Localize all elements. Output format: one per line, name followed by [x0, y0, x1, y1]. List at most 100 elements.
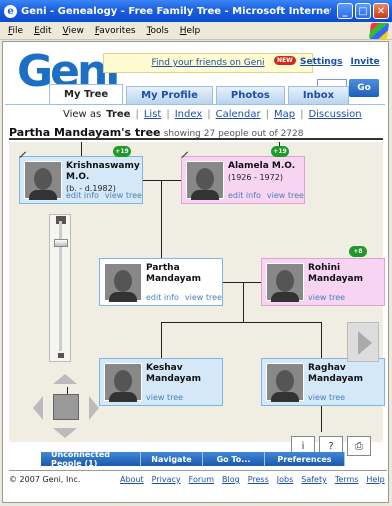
person-card-partha[interactable]: Partha Mandayam edit info view tree	[99, 258, 223, 306]
close-button[interactable]: ✕	[373, 3, 389, 19]
view-as-label: View as	[63, 109, 102, 120]
person-name: Keshav Mandayam	[146, 363, 201, 384]
connector-line	[161, 322, 162, 360]
edit-info-link[interactable]: edit info	[228, 191, 261, 200]
maximize-button[interactable]: □	[355, 3, 371, 19]
view-tree-link[interactable]: view tree	[308, 393, 345, 402]
menu-edit[interactable]: Edit	[34, 26, 51, 36]
menu-file[interactable]: File	[8, 26, 23, 36]
person-photo[interactable]	[24, 161, 62, 200]
tab-go-to[interactable]: Go To...	[203, 452, 265, 466]
footer-jobs[interactable]: Jobs	[277, 475, 294, 484]
footer-terms[interactable]: Terms	[335, 475, 359, 484]
go-button[interactable]: Go	[349, 79, 379, 97]
relatives-badge[interactable]: +19	[271, 146, 289, 157]
footer-help[interactable]: Help	[366, 475, 384, 484]
tab-navigate[interactable]: Navigate	[141, 452, 203, 466]
connector-line	[321, 402, 322, 432]
person-card-keshav[interactable]: Keshav Mandayam view tree	[99, 358, 223, 406]
tab-divider	[5, 104, 385, 105]
person-name: Rohini Mandayam	[308, 263, 363, 284]
view-as-map[interactable]: Map	[274, 109, 295, 120]
main-tabs: My Tree My Profile Photos Inbox	[49, 84, 350, 104]
top-links: Settings Invite	[300, 57, 380, 67]
person-photo[interactable]	[104, 363, 142, 402]
pan-left-icon[interactable]	[33, 396, 43, 420]
tab-inbox[interactable]: Inbox	[287, 86, 350, 104]
window-titlebar: e Geni - Genealogy - Free Family Tree - …	[0, 0, 392, 22]
view-as-index[interactable]: Index	[175, 109, 203, 120]
footer-privacy[interactable]: Privacy	[152, 475, 181, 484]
tab-unconnected-people[interactable]: Unconnected People (1)	[41, 450, 141, 468]
pan-up-icon[interactable]	[53, 374, 77, 384]
connector-line	[161, 322, 321, 323]
menu-favorites[interactable]: Favorites	[95, 26, 136, 36]
person-links: view tree	[308, 393, 345, 402]
person-links: edit info view tree	[66, 191, 142, 200]
relatives-badge[interactable]: +8	[349, 246, 367, 257]
footer-press[interactable]: Press	[248, 475, 269, 484]
view-tree-link[interactable]: view tree	[185, 293, 222, 302]
menu-view[interactable]: View	[63, 26, 84, 36]
menu-tools[interactable]: Tools	[147, 26, 169, 36]
menu-bar: File Edit View Favorites Tools Help	[0, 22, 392, 40]
window-title: Geni - Genealogy - Free Family Tree - Mi…	[21, 5, 331, 17]
person-photo[interactable]	[104, 263, 142, 302]
tab-preferences[interactable]: Preferences	[265, 452, 345, 466]
zoom-out-icon[interactable]	[58, 353, 64, 358]
pan-right-icon[interactable]	[89, 396, 99, 420]
tab-my-profile[interactable]: My Profile	[126, 86, 213, 104]
view-tree-link[interactable]: view tree	[267, 191, 304, 200]
tab-photos[interactable]: Photos	[215, 86, 285, 104]
pan-center-photo[interactable]	[53, 394, 79, 420]
footer: © 2007 Geni, Inc. About Privacy Forum Bl…	[9, 470, 387, 484]
bottom-tabs: Unconnected People (1) Navigate Go To...…	[41, 450, 345, 468]
footer-blog[interactable]: Blog	[222, 475, 240, 484]
person-links: view tree	[308, 293, 345, 302]
view-tree-link[interactable]: view tree	[308, 293, 345, 302]
person-name: Alamela M.O.	[228, 161, 296, 171]
connector-line	[81, 142, 82, 156]
zoom-handle[interactable]	[54, 239, 68, 247]
minimize-button[interactable]: _	[337, 3, 353, 19]
footer-copyright: © 2007 Geni, Inc.	[9, 475, 81, 484]
footer-forum[interactable]: Forum	[189, 475, 214, 484]
footer-about[interactable]: About	[120, 475, 144, 484]
view-as-current: Tree	[106, 109, 131, 120]
ie-logo-icon: e	[4, 4, 17, 18]
tree-title: Partha Mandayam's tree	[9, 126, 161, 139]
pan-down-icon[interactable]	[53, 428, 77, 438]
footer-links: About Privacy Forum Blog Press Jobs Safe…	[120, 475, 385, 484]
person-card-raghav[interactable]: Raghav Mandayam view tree	[261, 358, 385, 406]
relatives-badge[interactable]: +19	[113, 146, 131, 157]
tab-my-tree[interactable]: My Tree	[49, 84, 124, 104]
footer-safety[interactable]: Safety	[301, 475, 327, 484]
page-content: Geni Find your friends on Geni NEW Setti…	[2, 41, 389, 503]
view-tree-link[interactable]: view tree	[146, 393, 183, 402]
view-as-list[interactable]: List	[144, 109, 161, 120]
person-card-rohini[interactable]: Rohini Mandayam view tree	[261, 258, 385, 306]
settings-link[interactable]: Settings	[300, 57, 342, 67]
windows-flag-icon	[368, 23, 390, 39]
person-card-alamela[interactable]: Alamela M.O. (1926 - 1972) edit info vie…	[181, 151, 305, 204]
print-icon[interactable]: ⎙	[347, 436, 371, 456]
view-as-discussion[interactable]: Discussion	[308, 109, 361, 120]
edit-info-link[interactable]: edit info	[66, 191, 99, 200]
person-photo[interactable]	[266, 363, 304, 402]
connector-line	[161, 180, 162, 260]
view-tree-link[interactable]: view tree	[105, 191, 142, 200]
zoom-slider[interactable]	[49, 214, 71, 362]
view-as-bar: View as Tree | List | Index | Calendar |…	[63, 109, 362, 120]
person-links: edit info view tree	[228, 191, 304, 200]
connector-line	[321, 322, 322, 360]
invite-link[interactable]: Invite	[350, 57, 379, 67]
person-photo[interactable]	[266, 263, 304, 302]
next-arrow-icon[interactable]	[347, 322, 379, 362]
person-photo[interactable]	[186, 161, 224, 200]
person-card-krishnaswamy[interactable]: Krishnaswamy M.O. (b. - d.1982) edit info…	[19, 151, 143, 204]
view-as-calendar[interactable]: Calendar	[216, 109, 261, 120]
new-badge: NEW	[274, 56, 296, 65]
edit-info-link[interactable]: edit info	[146, 293, 179, 302]
person-name: Krishnaswamy M.O.	[66, 161, 140, 182]
menu-help[interactable]: Help	[180, 26, 201, 36]
